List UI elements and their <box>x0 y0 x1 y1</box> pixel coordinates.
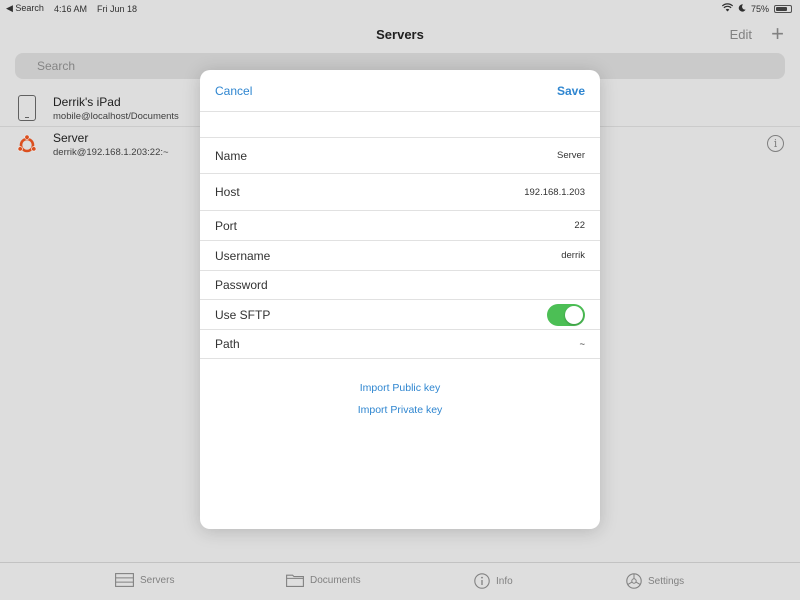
dialog-header: Cancel Save <box>200 70 600 112</box>
path-field[interactable]: Path ~ <box>200 330 600 359</box>
password-field[interactable]: Password <box>200 271 600 300</box>
key-import-links: Import Public key Import Private key <box>200 382 600 416</box>
field-value[interactable]: 22 <box>574 220 585 231</box>
field-value[interactable]: Server <box>557 150 585 161</box>
section-spacer <box>200 112 600 138</box>
field-label: Password <box>215 278 268 292</box>
field-label: Use SFTP <box>215 307 271 322</box>
field-label: Host <box>215 185 240 199</box>
field-label: Port <box>215 218 238 233</box>
field-value[interactable]: derrik <box>561 250 585 261</box>
import-private-key-link[interactable]: Import Private key <box>200 404 600 416</box>
port-field[interactable]: Port 22 <box>200 211 600 241</box>
cancel-button[interactable]: Cancel <box>215 84 252 98</box>
field-value[interactable]: ~ <box>579 339 585 350</box>
field-value[interactable]: 192.168.1.203 <box>524 187 585 198</box>
use-sftp-field: Use SFTP <box>200 300 600 330</box>
use-sftp-toggle[interactable] <box>547 303 585 326</box>
field-label: Path <box>215 337 240 351</box>
host-field[interactable]: Host 192.168.1.203 <box>200 174 600 211</box>
import-public-key-link[interactable]: Import Public key <box>200 382 600 394</box>
edit-server-dialog: Cancel Save Name Server Host 192.168.1.2… <box>200 70 600 529</box>
username-field[interactable]: Username derrik <box>200 241 600 271</box>
name-field[interactable]: Name Server <box>200 138 600 174</box>
toggle-knob <box>565 305 583 324</box>
save-button[interactable]: Save <box>557 84 585 98</box>
field-label: Name <box>215 148 248 163</box>
field-label: Username <box>215 248 271 263</box>
